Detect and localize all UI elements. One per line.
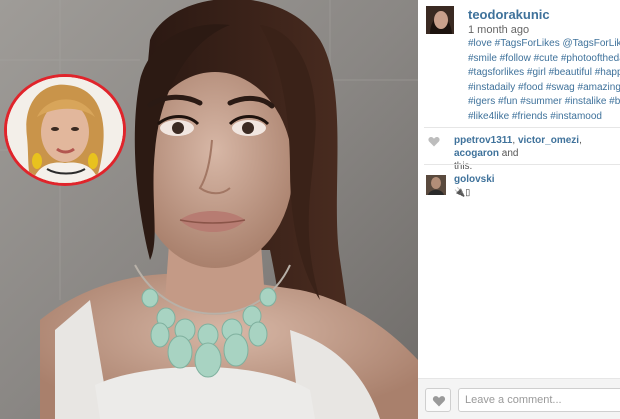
likes-and: and bbox=[499, 148, 519, 159]
commenter-avatar-image bbox=[426, 175, 446, 195]
likes-trailing: this. bbox=[454, 161, 473, 172]
author-username[interactable]: teodorakunic bbox=[468, 7, 550, 22]
inset-portrait-image bbox=[7, 77, 123, 183]
caption-line[interactable]: #smile #follow #cute #photooftheday bbox=[468, 53, 620, 64]
post-caption: #love #TagsForLikes @TagsForLikes # #smi… bbox=[468, 37, 620, 124]
liker-name[interactable]: victor_omezi bbox=[518, 135, 579, 146]
caption-line[interactable]: #tagsforlikes #girl #beautiful #happy # bbox=[468, 67, 620, 78]
comment-input[interactable] bbox=[458, 388, 620, 412]
post-details-panel: teodorakunic 1 month ago #love #TagsForL… bbox=[418, 0, 620, 419]
author-avatar-image bbox=[426, 6, 454, 34]
commenter-username[interactable]: golovski bbox=[454, 174, 495, 185]
post-photo[interactable] bbox=[0, 0, 418, 419]
likes-separator: , bbox=[579, 135, 582, 146]
caption-line[interactable]: #like4like #friends #instamood bbox=[468, 111, 602, 122]
caption-line[interactable]: #instadaily #food #swag #amazing #T bbox=[468, 82, 620, 93]
likes-names: ppetrov1311, victor_omezi, acogaron and … bbox=[454, 134, 620, 173]
post-timestamp: 1 month ago bbox=[468, 24, 530, 36]
post-header: teodorakunic 1 month ago #love #TagsForL… bbox=[424, 4, 620, 124]
liker-name[interactable]: acogaron bbox=[454, 148, 499, 159]
heart-outline-icon bbox=[428, 137, 440, 147]
caption-line[interactable]: #igers #fun #summer #instalike #best bbox=[468, 96, 620, 107]
author-avatar[interactable] bbox=[426, 6, 454, 34]
inset-portrait bbox=[4, 74, 126, 186]
like-button[interactable] bbox=[425, 388, 451, 412]
comment-bar bbox=[418, 378, 620, 419]
divider bbox=[424, 164, 620, 165]
heart-icon bbox=[432, 396, 446, 407]
comment-text: 🔌▯ bbox=[454, 187, 471, 197]
caption-line[interactable]: #love #TagsForLikes @TagsForLikes # bbox=[468, 38, 620, 49]
comment-item: golovski 🔌▯ bbox=[426, 174, 620, 204]
commenter-avatar[interactable] bbox=[426, 175, 446, 195]
liker-name[interactable]: ppetrov1311 bbox=[454, 135, 512, 146]
selfie-image bbox=[0, 0, 418, 419]
divider bbox=[424, 127, 620, 128]
